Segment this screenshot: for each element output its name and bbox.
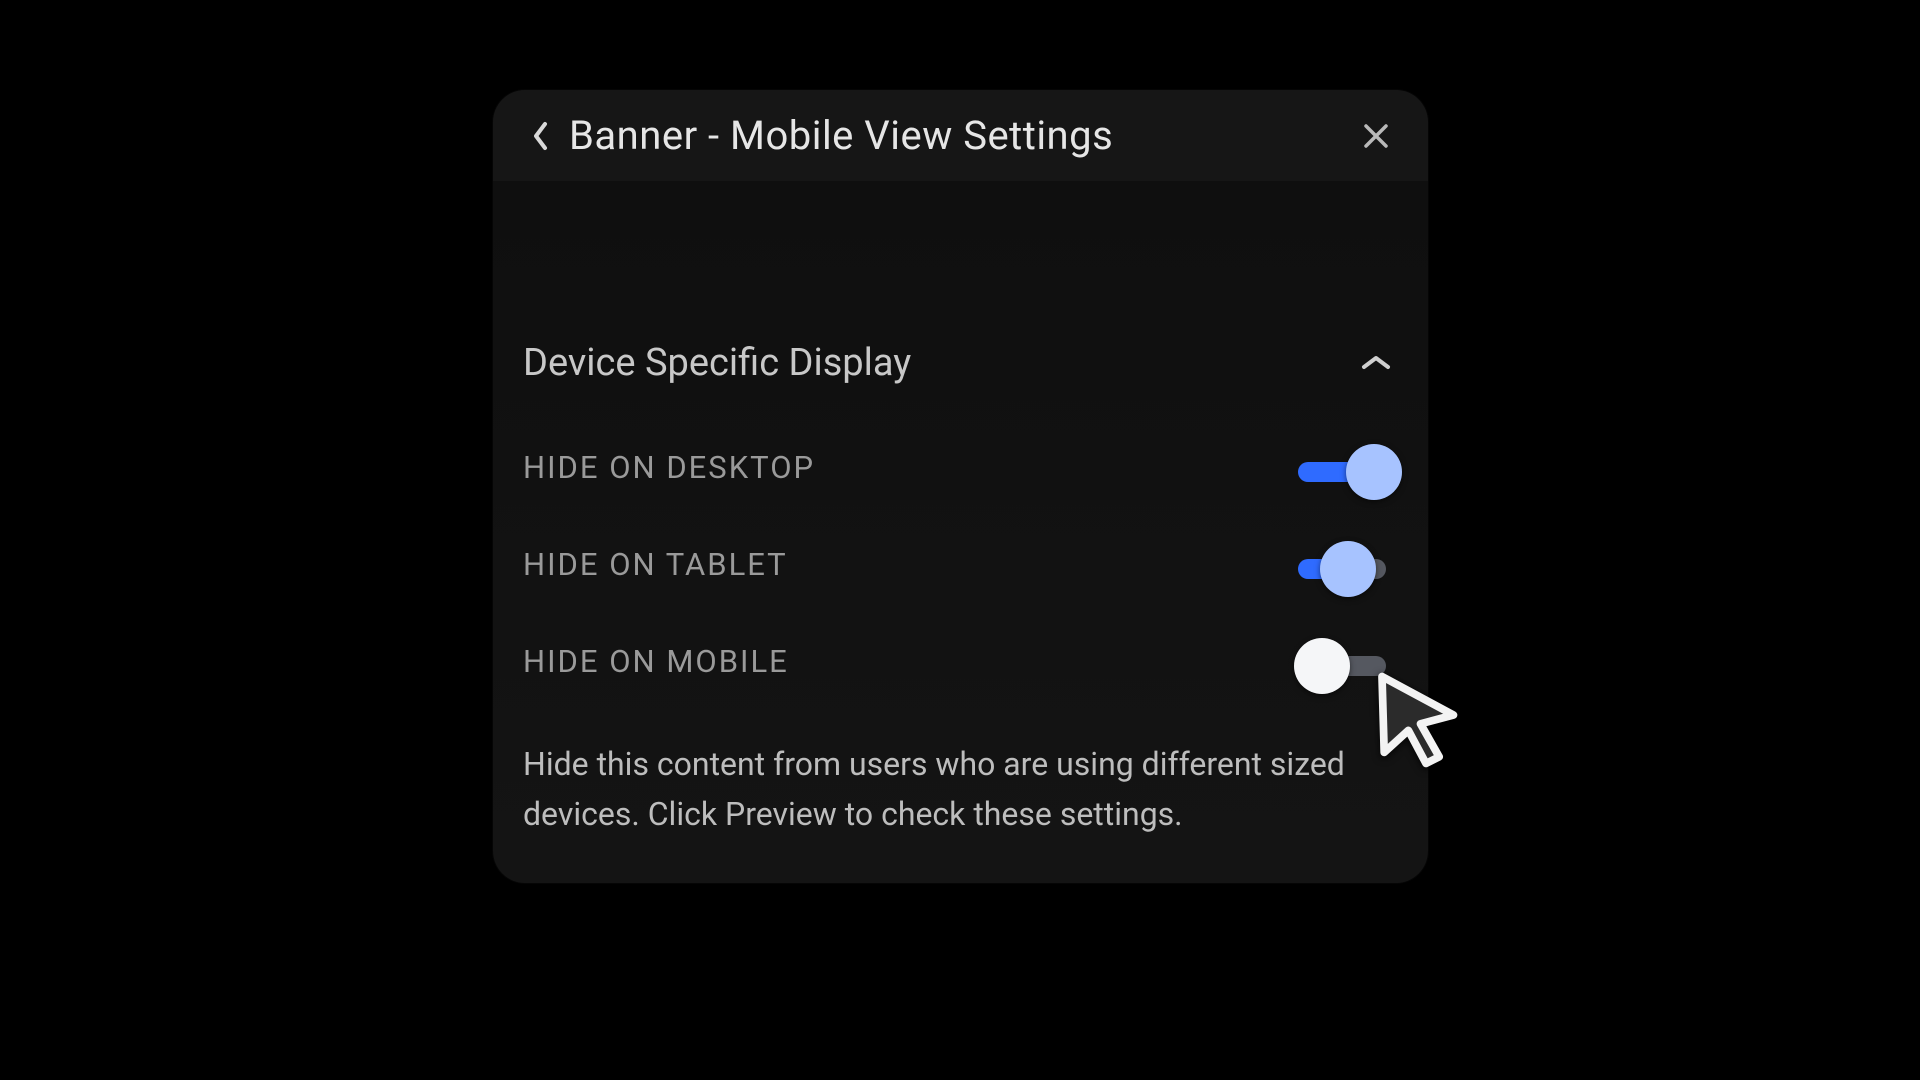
toggle-label-mobile: HIDE ON MOBILE	[523, 643, 789, 680]
toggle-hide-on-mobile[interactable]	[1298, 646, 1398, 678]
toggle-knob	[1346, 444, 1402, 500]
close-button[interactable]	[1354, 114, 1398, 158]
toggle-label-desktop: HIDE ON DESKTOP	[523, 449, 815, 486]
toggle-row-desktop: HIDE ON DESKTOP	[523, 449, 1398, 486]
close-icon	[1363, 123, 1389, 149]
section-header[interactable]: Device Specific Display	[523, 341, 1398, 385]
help-text: Hide this content from users who are usi…	[523, 740, 1383, 839]
panel-body: Device Specific Display HIDE ON DESKTOP …	[493, 181, 1428, 839]
toggle-row-mobile: HIDE ON MOBILE	[523, 643, 1398, 680]
collapse-button[interactable]	[1354, 341, 1398, 385]
toggle-label-tablet: HIDE ON TABLET	[523, 546, 788, 583]
toggle-knob	[1320, 541, 1376, 597]
chevron-left-icon	[532, 121, 550, 151]
settings-panel: Banner - Mobile View Settings Device Spe…	[493, 90, 1428, 883]
chevron-up-icon	[1361, 354, 1391, 372]
toggle-knob	[1294, 638, 1350, 694]
toggle-hide-on-tablet[interactable]	[1298, 549, 1398, 581]
back-button[interactable]	[519, 114, 563, 158]
toggle-row-tablet: HIDE ON TABLET	[523, 546, 1398, 583]
section-title: Device Specific Display	[523, 341, 911, 385]
panel-title: Banner - Mobile View Settings	[569, 112, 1113, 159]
toggle-hide-on-desktop[interactable]	[1298, 452, 1398, 484]
panel-header: Banner - Mobile View Settings	[493, 90, 1428, 181]
